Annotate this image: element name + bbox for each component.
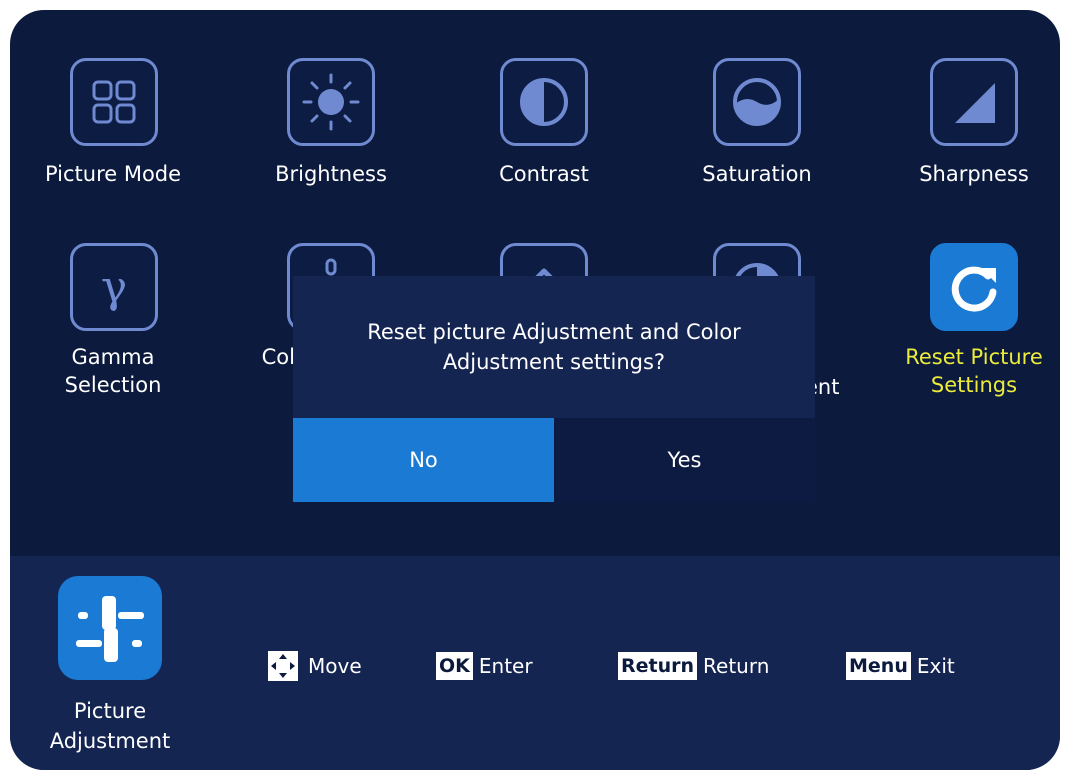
section-label: Picture Adjustment [30, 696, 190, 756]
no-button[interactable]: No [293, 418, 554, 502]
hint-ok-label: Enter [478, 654, 533, 678]
gamma-icon[interactable]: γ [70, 243, 158, 331]
menu-label-reset-picture-settings: Reset Picture Settings [874, 343, 1060, 399]
dialog-message-line1: Reset picture Adjustment and Color [367, 320, 741, 344]
hint-ok: OK Enter [436, 651, 533, 681]
gamma-label-line1: Gamma [71, 345, 155, 369]
menu-label-color-partial: Col [261, 345, 295, 369]
ok-key: OK [436, 652, 473, 680]
menu-label-gamma-selection: Gamma Selection [13, 343, 213, 399]
saturation-wave-icon[interactable] [713, 58, 801, 146]
menu-key: Menu [846, 652, 911, 680]
yes-button[interactable]: Yes [554, 418, 815, 502]
contrast-half-circle-icon[interactable] [500, 58, 588, 146]
dialog-message: Reset picture Adjustment and Color Adjus… [293, 276, 815, 418]
menu-label-saturation: Saturation [702, 162, 812, 186]
menu-label-sharpness: Sharpness [919, 162, 1029, 186]
bottom-bar: Picture Adjustment Move OK Enter Return … [10, 556, 1060, 770]
hint-return-label: Return [703, 654, 770, 678]
reset-label-line1: Reset Picture [905, 345, 1043, 369]
osd-screen: Picture Mode Brightness Contrast Saturat… [10, 10, 1060, 770]
arrow-keys-icon [268, 651, 298, 681]
menu-label-brightness: Brightness [275, 162, 387, 186]
brightness-sun-icon[interactable] [287, 58, 375, 146]
reset-arrow-icon[interactable] [930, 243, 1018, 331]
dialog-message-line2: Adjustment settings? [442, 350, 666, 374]
return-key: Return [618, 652, 698, 680]
hint-move: Move [268, 651, 362, 681]
picture-adjustment-sliders-icon [58, 576, 162, 680]
menu-label-contrast: Contrast [499, 162, 589, 186]
section-label-line1: Picture [73, 699, 147, 723]
hint-menu-label: Exit [916, 654, 955, 678]
gamma-label-line2: Selection [64, 373, 162, 397]
section-label-line2: Adjustment [49, 729, 171, 753]
picture-mode-grid-icon[interactable] [70, 58, 158, 146]
hint-menu: Menu Exit [846, 651, 955, 681]
hint-return: Return Return [618, 651, 769, 681]
svg-text:γ: γ [101, 262, 127, 313]
reset-label-line2: Settings [930, 373, 1018, 397]
hint-move-label: Move [308, 654, 362, 678]
sharpness-triangle-icon[interactable] [930, 58, 1018, 146]
menu-label-picture-mode: Picture Mode [44, 162, 182, 186]
reset-confirm-dialog: Reset picture Adjustment and Color Adjus… [293, 276, 815, 502]
